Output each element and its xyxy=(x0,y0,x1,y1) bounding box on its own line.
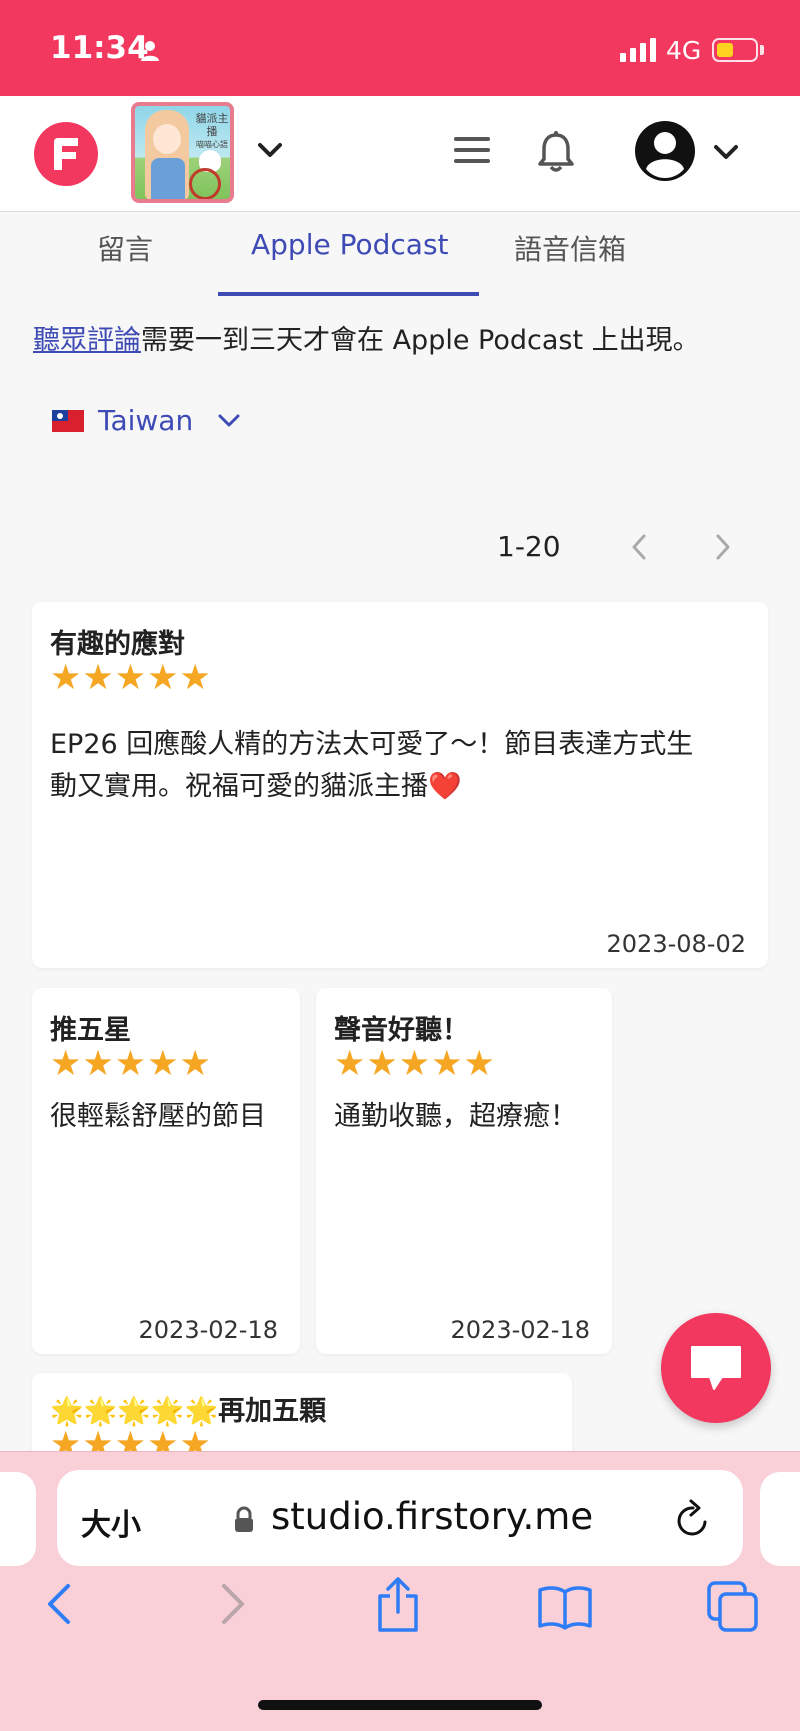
tab-comments[interactable]: 留言 xyxy=(97,228,153,268)
star-rating: ★★★★★ xyxy=(50,1425,212,1453)
share-icon[interactable] xyxy=(374,1576,422,1634)
back-icon[interactable] xyxy=(42,1580,76,1628)
review-date: 2023-02-18 xyxy=(450,1316,590,1344)
reload-icon[interactable] xyxy=(673,1498,713,1540)
battery-icon xyxy=(712,38,758,62)
account-chevron-down-icon[interactable] xyxy=(712,142,740,162)
url-text: studio.firstory.me xyxy=(271,1495,594,1538)
country-label: Taiwan xyxy=(98,404,194,437)
review-date: 2023-02-18 xyxy=(138,1316,278,1344)
review-card[interactable]: 有趣的應對 ★★★★★ EP26 回應酸人精的方法太可愛了～！節目表達方式生 動… xyxy=(32,602,768,968)
review-notice: 聽眾評論需要一到三天才會在 Apple Podcast 上出現。 xyxy=(33,318,700,357)
review-date: 2023-08-02 xyxy=(606,930,746,958)
taiwan-flag-icon xyxy=(52,409,84,432)
podcast-cover-image[interactable]: 貓派主播 喵喵心語 xyxy=(131,102,234,203)
review-title: 🌟🌟🌟🌟🌟再加五顆 xyxy=(50,1396,327,1427)
sparkle-stars-icon: 🌟🌟🌟🌟🌟 xyxy=(50,1396,219,1427)
forward-icon[interactable] xyxy=(216,1580,250,1628)
country-selector[interactable]: Taiwan xyxy=(52,404,241,437)
menu-icon[interactable] xyxy=(452,134,492,166)
network-type: 4G xyxy=(666,36,702,65)
chat-fab-button[interactable] xyxy=(661,1313,771,1423)
review-card[interactable]: 🌟🌟🌟🌟🌟再加五顆 ★★★★★ xyxy=(32,1373,572,1453)
pagination-range: 1-20 xyxy=(497,530,561,563)
review-title: 聲音好聽！ xyxy=(334,1015,469,1046)
bookmarks-icon[interactable] xyxy=(536,1584,594,1630)
chevron-down-icon xyxy=(218,414,240,426)
firstory-logo-icon[interactable] xyxy=(34,122,98,186)
chevron-left-icon[interactable] xyxy=(628,530,650,564)
review-body: EP26 回應酸人精的方法太可愛了～！節目表達方式生 動又實用。祝福可愛的貓派主… xyxy=(50,729,694,802)
review-title: 有趣的應對 xyxy=(50,629,185,660)
star-rating: ★★★★★ xyxy=(50,1044,212,1084)
tab-voicemail[interactable]: 語音信箱 xyxy=(514,228,626,268)
chevron-down-icon[interactable] xyxy=(256,140,284,160)
review-source-tabs: 留言 Apple Podcast 語音信箱 xyxy=(0,212,800,297)
review-title: 推五星 xyxy=(50,1015,131,1046)
status-time: 11:34 xyxy=(50,30,149,66)
tabs-icon[interactable] xyxy=(706,1580,760,1632)
cover-subtitle: 喵喵心語 xyxy=(196,140,228,149)
chevron-right-icon[interactable] xyxy=(712,530,734,564)
chat-icon xyxy=(691,1346,741,1390)
star-rating: ★★★★★ xyxy=(50,658,212,698)
battery-tip xyxy=(760,45,764,55)
bell-icon[interactable] xyxy=(536,130,576,174)
home-indicator xyxy=(258,1700,542,1710)
text-size-button[interactable]: 大小 xyxy=(81,1500,141,1544)
listener-reviews-link[interactable]: 聽眾評論 xyxy=(33,325,141,356)
review-card[interactable]: 推五星 ★★★★★ 很輕鬆舒壓的節目 2023-02-18 xyxy=(32,988,300,1354)
star-rating: ★★★★★ xyxy=(334,1044,496,1084)
review-card[interactable]: 聲音好聽！ ★★★★★ 通勤收聽，超療癒！ 2023-02-18 xyxy=(316,988,612,1354)
lock-icon xyxy=(235,1506,253,1532)
app-header: 貓派主播 喵喵心語 xyxy=(0,96,800,212)
active-tab-indicator xyxy=(218,292,479,296)
review-body: 通勤收聽，超療癒！ xyxy=(334,1101,577,1132)
tab-apple-podcast[interactable]: Apple Podcast xyxy=(251,228,449,261)
browser-toolbar: 大小 studio.firstory.me xyxy=(0,1451,800,1731)
status-bar: 11:34 4G xyxy=(0,0,800,96)
address-bar[interactable]: 大小 studio.firstory.me xyxy=(57,1470,743,1566)
next-tab-peek[interactable] xyxy=(760,1472,800,1566)
previous-tab-peek[interactable] xyxy=(0,1472,36,1566)
account-avatar-icon[interactable] xyxy=(634,120,696,182)
signal-icon xyxy=(620,36,656,62)
person-icon xyxy=(141,41,159,61)
notice-text: 需要一到三天才會在 Apple Podcast 上出現。 xyxy=(141,325,700,356)
review-body: 很輕鬆舒壓的節目 xyxy=(50,1101,266,1132)
cover-title: 貓派主播 xyxy=(195,112,229,138)
